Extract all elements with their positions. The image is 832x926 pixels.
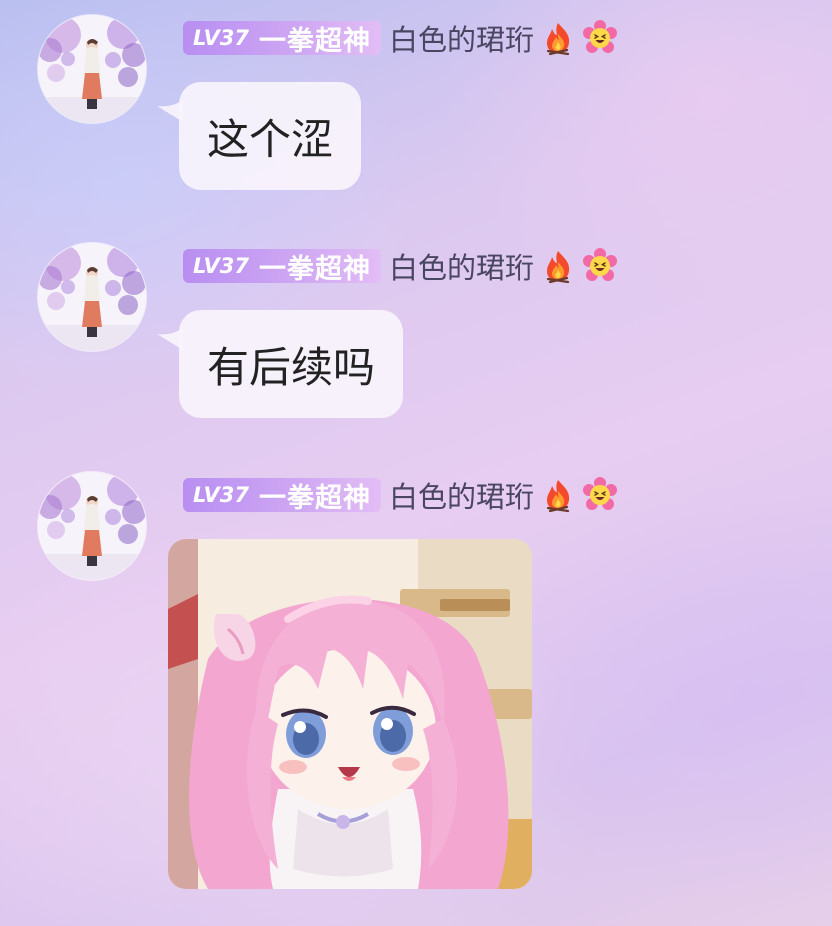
flower-grin-icon bbox=[582, 248, 618, 284]
message-header: LV37 一拳超神 白色的珺珩 bbox=[183, 18, 618, 58]
fire-icon bbox=[540, 248, 576, 284]
message-header: LV37 一拳超神 白色的珺珩 bbox=[183, 246, 618, 286]
username[interactable]: 白色的珺珩 bbox=[389, 474, 534, 516]
level-badge[interactable]: LV37 一拳超神 bbox=[183, 478, 381, 514]
avatar[interactable] bbox=[38, 243, 146, 351]
flower-grin-icon bbox=[582, 20, 618, 56]
message-header: LV37 一拳超神 白色的珺珩 bbox=[183, 475, 618, 515]
fire-icon bbox=[540, 20, 576, 56]
message-bubble[interactable]: 有后续吗 bbox=[179, 310, 404, 418]
level-badge[interactable]: LV37 一拳超神 bbox=[183, 249, 381, 285]
avatar[interactable] bbox=[38, 15, 146, 123]
username[interactable]: 白色的珺珩 bbox=[389, 17, 534, 59]
level-text: LV37 bbox=[193, 254, 249, 278]
flower-grin-icon bbox=[582, 477, 618, 513]
badge-title: 一拳超神 bbox=[258, 25, 371, 57]
message-bubble[interactable]: 这个涩 bbox=[179, 82, 362, 190]
sticker-image[interactable] bbox=[168, 539, 532, 889]
chat-message: LV37 一拳超神 白色的珺珩 有后续吗 bbox=[0, 228, 832, 448]
level-badge[interactable]: LV37 一拳超神 bbox=[183, 21, 381, 57]
username[interactable]: 白色的珺珩 bbox=[389, 245, 534, 287]
badge-title: 一拳超神 bbox=[258, 482, 371, 514]
badge-title: 一拳超神 bbox=[258, 253, 371, 285]
level-text: LV37 bbox=[193, 26, 249, 50]
chat-message: LV37 一拳超神 白色的珺珩 bbox=[0, 457, 832, 926]
avatar[interactable] bbox=[38, 472, 146, 580]
level-text: LV37 bbox=[193, 483, 249, 507]
message-text: 有后续吗 bbox=[207, 342, 376, 392]
chat-message: LV37 一拳超神 白色的珺珩 这个涩 bbox=[0, 0, 832, 220]
message-text: 这个涩 bbox=[207, 114, 334, 164]
fire-icon bbox=[540, 477, 576, 513]
